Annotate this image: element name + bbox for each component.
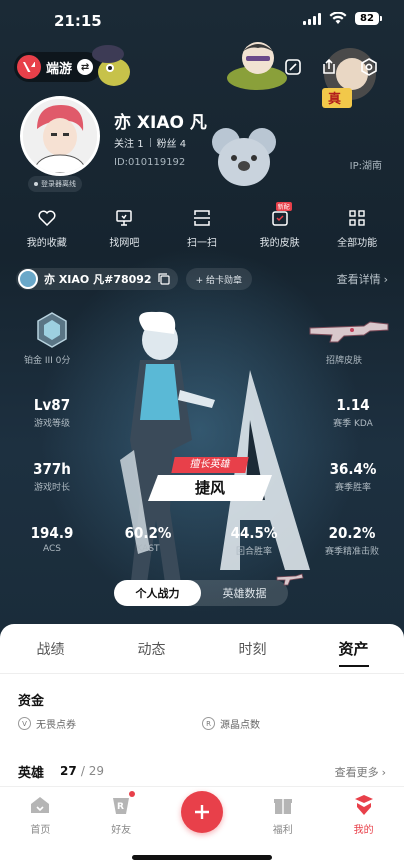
tab-records[interactable]: 战绩 <box>0 639 101 659</box>
weapon-skin-icon <box>309 321 389 343</box>
radianite-icon: R <box>202 717 215 730</box>
monitor-icon <box>114 208 134 228</box>
best-agent-tag: 擅长英雄 <box>171 457 249 473</box>
wifi-icon <box>329 12 347 24</box>
status-bar: 21:15 82 <box>0 0 404 40</box>
stat-level: Lv87 游戏等级 <box>33 396 71 429</box>
chevron-right-icon: › <box>381 765 386 779</box>
nav-home[interactable]: 首页 <box>0 793 81 868</box>
signal-icon <box>303 12 321 25</box>
avatar[interactable] <box>20 96 100 176</box>
riot-id-name: 亦 XIAO 凡#78092 <box>44 273 152 286</box>
heroes-title: 英雄 <box>18 766 45 781</box>
user-id: ID:010119192 <box>114 157 186 168</box>
status-time: 21:15 <box>54 12 102 30</box>
friends-icon: R <box>109 791 136 817</box>
currency-row: V 无畏点券 R 源晶点数 <box>18 716 386 731</box>
new-tag: 新配 <box>275 202 292 211</box>
best-agent-name: 捷风 <box>148 475 272 501</box>
svg-text:R: R <box>117 802 124 812</box>
brand-name: 端游 <box>46 61 73 77</box>
home-icon <box>28 793 52 817</box>
valorant-logo-icon <box>17 55 41 79</box>
best-agent-banner[interactable]: 擅长英雄 捷风 <box>148 457 272 501</box>
riot-id-row: 亦 XIAO 凡#78092 + 给卡勋章 查看详情 › <box>16 267 388 291</box>
notification-dot <box>129 791 136 797</box>
quick-action-all-features[interactable]: 全部功能 <box>322 208 392 249</box>
toggle-agent-data[interactable]: 英雄数据 <box>201 580 288 606</box>
signature-skin-label: 招牌皮肤 <box>326 356 363 366</box>
currency-vp[interactable]: V 无畏点券 <box>18 716 202 731</box>
home-indicator <box>132 855 272 860</box>
skin-icon: 新配 <box>270 202 292 228</box>
agent-artwork <box>120 311 310 590</box>
nav-mine[interactable]: 我的 <box>323 793 404 868</box>
gift-icon <box>271 793 295 817</box>
heroes-count: 27 / 29 <box>60 764 105 778</box>
follow-stats: 关注 1 粉丝 4 <box>114 135 186 150</box>
profile-tabs-sheet: 战绩 动态 时刻 资产 资金 V 无畏点券 R 源晶点数 英雄 27 / 29 … <box>0 624 404 868</box>
stat-kda: 1.14 赛季 KDA <box>333 396 373 429</box>
sticker-chameleon-icon <box>86 40 138 92</box>
tab-assets[interactable]: 资产 <box>303 638 404 667</box>
plus-icon <box>180 791 223 833</box>
settings-icon[interactable] <box>356 54 382 80</box>
battery-level: 82 <box>355 12 379 25</box>
profile-hero: 21:15 82 端游 ⇄ 真 登录器离线 亦 XIAO 凡 关注 1 粉丝 4… <box>0 0 404 640</box>
chevron-right-icon: › <box>383 272 388 286</box>
currency-radianite[interactable]: R 源晶点数 <box>202 716 386 731</box>
following-link[interactable]: 关注 1 <box>114 135 144 150</box>
battery-icon: 82 <box>355 12 382 25</box>
copy-icon[interactable] <box>157 273 170 285</box>
rank-platinum-icon <box>37 312 67 348</box>
scan-icon <box>192 208 212 228</box>
rank-label: 铂金 III 0分 <box>24 356 71 366</box>
stat-acs: 194.9 ACS <box>30 524 74 554</box>
view-details-link[interactable]: 查看详情 › <box>337 271 388 287</box>
stat-precision-kill: 20.2% 赛季精准击败 <box>324 524 379 557</box>
quick-action-scan[interactable]: 扫一扫 <box>167 208 237 249</box>
nickname: 亦 XIAO 凡 <box>114 113 207 133</box>
tab-bar: 战绩 动态 时刻 资产 <box>0 624 404 674</box>
stat-round-winrate: 44.5% 回合胜率 <box>230 524 278 557</box>
give-badge-button[interactable]: + 给卡勋章 <box>185 268 252 290</box>
quick-action-favorites[interactable]: 我的收藏 <box>12 208 82 249</box>
stat-playtime: 377h 游戏时长 <box>33 460 71 493</box>
player-card-icon <box>18 269 38 289</box>
tab-moments[interactable]: 时刻 <box>202 639 303 659</box>
ip-location: IP:湖南 <box>349 161 382 172</box>
heart-icon <box>37 208 57 228</box>
riot-id-chip[interactable]: 亦 XIAO 凡#78092 <box>16 268 178 290</box>
login-status-badge: 登录器离线 <box>28 176 82 192</box>
tab-posts[interactable]: 动态 <box>101 639 202 659</box>
view-more-link[interactable]: 查看更多 › <box>335 764 386 780</box>
quick-action-find-cafe[interactable]: 找网吧 <box>89 208 159 249</box>
toggle-personal-power[interactable]: 个人战力 <box>114 580 201 606</box>
gun-sticker-icon <box>276 573 304 586</box>
share-icon[interactable] <box>316 54 342 80</box>
quick-actions: 我的收藏 找网吧 扫一扫 新配 我的皮肤 全部功能 <box>0 202 404 249</box>
stat-winrate: 36.4% 赛季胜率 <box>329 460 377 493</box>
vp-icon: V <box>18 717 31 730</box>
funds-title: 资金 <box>18 694 45 709</box>
fans-link[interactable]: 粉丝 4 <box>157 135 187 150</box>
profile-icon <box>352 793 376 817</box>
status-indicators: 82 <box>303 12 382 25</box>
stat-kast: 60.2% KAST <box>124 524 172 554</box>
data-view-toggle: 个人战力 英雄数据 <box>114 580 288 606</box>
svg-text:真: 真 <box>328 91 341 107</box>
grid-icon <box>347 208 367 228</box>
sticker-koala-icon <box>206 120 282 194</box>
edit-icon[interactable] <box>280 54 306 80</box>
quick-action-my-skins[interactable]: 新配 我的皮肤 <box>245 202 315 249</box>
